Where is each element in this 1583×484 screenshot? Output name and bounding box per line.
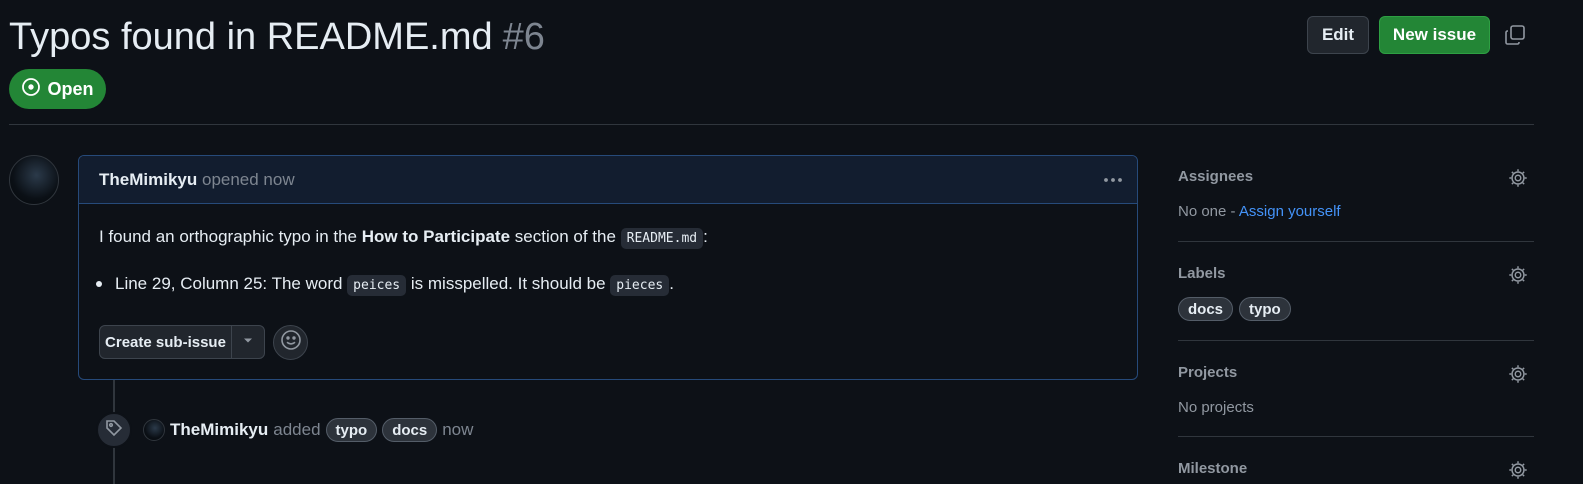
event-action: added [273, 420, 321, 439]
header-divider [9, 124, 1534, 125]
chevron-down-icon [242, 333, 254, 351]
gear-icon[interactable] [1507, 264, 1529, 286]
list-item-text: is misspelled. It should be [410, 274, 606, 293]
comment-body: I found an orthographic typo in the How … [99, 224, 708, 252]
comment-action: opened now [201, 169, 295, 189]
projects-value: No projects [1178, 399, 1254, 416]
label-typo[interactable]: typo [1239, 297, 1291, 321]
issue-number: #6 [502, 16, 545, 58]
milestone-heading: Milestone [1178, 460, 1248, 477]
labels-heading: Labels [1178, 265, 1226, 282]
issue-title: Typos found in README.md #6 [9, 13, 545, 61]
actor-avatar[interactable] [143, 419, 165, 441]
issue-open-icon [21, 77, 41, 102]
labels-list: docs typo [1178, 297, 1291, 321]
inline-code: README.md [620, 228, 704, 249]
body-text: I found an orthographic typo in the [99, 227, 358, 246]
gear-icon[interactable] [1507, 363, 1529, 385]
edit-button[interactable]: Edit [1307, 16, 1369, 54]
bullet-dot [96, 281, 102, 287]
tag-icon [104, 418, 124, 443]
sidebar-divider [1178, 436, 1534, 437]
body-text: : [703, 227, 708, 246]
smiley-icon [280, 329, 302, 356]
author-avatar[interactable] [9, 155, 59, 205]
list-item-text: Line 29, Column 25: The word [115, 274, 343, 293]
gear-icon[interactable] [1507, 459, 1529, 481]
assignees-value: No one - Assign yourself [1178, 203, 1341, 220]
issue-comment: TheMimikyu opened now I found an orthogr… [78, 155, 1138, 380]
inline-code-wrong: peices [347, 275, 407, 296]
create-subissue-dropdown[interactable] [232, 326, 264, 358]
label-docs[interactable]: docs [1178, 297, 1234, 321]
issue-title-text: Typos found in README.md [9, 16, 493, 58]
label-event: TheMimikyu added typo docs now [143, 416, 473, 444]
copy-icon[interactable] [1503, 23, 1527, 47]
projects-heading: Projects [1178, 364, 1238, 381]
list-item-text: . [669, 274, 674, 293]
event-actor[interactable]: TheMimikyu [170, 420, 268, 440]
list-item: Line 29, Column 25: The word peices is m… [115, 271, 674, 299]
body-bold-section: How to Participate [361, 227, 511, 246]
label-typo[interactable]: typo [325, 418, 378, 442]
event-time: now [442, 420, 474, 439]
assign-yourself-link[interactable]: Assign yourself [1239, 203, 1341, 220]
timeline-badge [96, 412, 132, 448]
comment-header: TheMimikyu opened now [79, 156, 1137, 204]
inline-code-correct: pieces [610, 275, 670, 296]
body-text: section of the [514, 227, 616, 246]
sidebar-divider [1178, 340, 1534, 341]
issue-state-label: Open [47, 78, 94, 99]
issue-state-badge: Open [9, 69, 106, 109]
new-issue-button[interactable]: New issue [1379, 16, 1490, 54]
kebab-icon[interactable] [1101, 168, 1125, 192]
create-subissue-button[interactable]: Create sub-issue [100, 326, 232, 358]
assignees-none: No one - [1178, 203, 1236, 220]
assignees-heading: Assignees [1178, 168, 1254, 185]
sidebar-divider [1178, 241, 1534, 242]
gear-icon[interactable] [1507, 167, 1529, 189]
add-reaction-button[interactable] [273, 325, 308, 360]
create-subissue-group: Create sub-issue [99, 325, 265, 359]
comment-author[interactable]: TheMimikyu [99, 170, 197, 190]
label-docs[interactable]: docs [382, 418, 438, 442]
